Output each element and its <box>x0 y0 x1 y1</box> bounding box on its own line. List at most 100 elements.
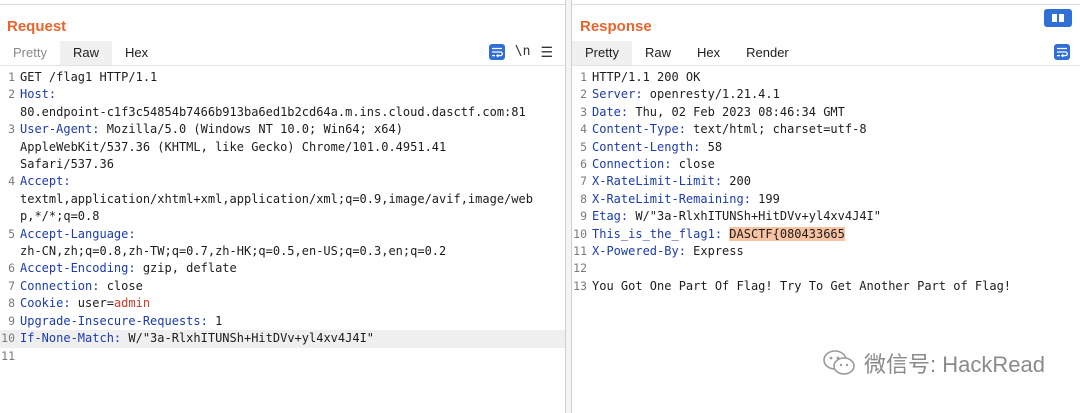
tab-pretty[interactable]: Pretty <box>572 41 632 65</box>
code-line: 5 Content-Length: 58 <box>572 139 1080 156</box>
header-name: X-RateLimit-Remaining: <box>592 191 751 206</box>
header-name: Date: <box>592 104 629 119</box>
code-line: 5 Accept-Language: <box>0 226 565 243</box>
watermark-text: 微信号: HackRead <box>864 352 1045 377</box>
line-number: 10 <box>1 331 15 346</box>
code-line: 7 X-RateLimit-Limit: 200 <box>572 173 1080 190</box>
line-number: 1 <box>8 70 15 84</box>
header-value: Mozilla/5.0 (Windows NT 10.0; Win64; x64… <box>99 122 403 137</box>
header-value: close <box>671 157 715 172</box>
code-line: 4 Accept: <box>0 173 565 190</box>
code-line: 6 Accept-Encoding: gzip, deflate <box>0 260 565 277</box>
header-name: User-Agent: <box>20 122 100 137</box>
header-name: Accept: <box>20 174 71 189</box>
header-name: Cookie: <box>20 296 71 311</box>
code-line: 1 HTTP/1.1 200 OK <box>572 69 1080 86</box>
line-text: X-Powered-By: Express <box>592 243 1080 260</box>
header-name: Upgrade-Insecure-Requests: <box>20 313 208 328</box>
header-name: Connection: <box>592 157 672 172</box>
wechat-icon <box>822 349 856 377</box>
line-text: Etag: W/"3a-RlxhITUNSh+HitDVv+yl4xv4J4I" <box>592 208 1080 225</box>
line-text: Date: Thu, 02 Feb 2023 08:46:34 GMT <box>592 104 1080 121</box>
line-number: 12 <box>573 261 587 276</box>
header-value: user <box>70 296 107 311</box>
word-wrap-icon[interactable] <box>488 44 505 60</box>
line-text: Content-Type: text/html; charset=utf-8 <box>592 121 1080 138</box>
header-value: close <box>99 278 143 293</box>
tab-pretty[interactable]: Pretty <box>0 41 60 65</box>
header-value: 58 <box>700 139 723 154</box>
code-line: Safari/537.36 <box>0 156 565 173</box>
tab-raw[interactable]: Raw <box>59 41 112 65</box>
code-line: 3 User-Agent: Mozilla/5.0 (Windows NT 10.… <box>0 121 565 138</box>
request-editor[interactable]: 1 GET /flag1 HTTP/1.1 2 Host: 80.endpoint-c1… <box>0 69 565 413</box>
line-text: X-RateLimit-Limit: 200 <box>592 173 1080 190</box>
request-pane: Request Pretty Raw Hex \n ☰ 1 GET /flag1 … <box>0 0 566 413</box>
code-line: p,*/*;q=0.8 <box>0 208 565 225</box>
code-line: 2 Host: <box>0 86 565 103</box>
watermark: 微信号: HackRead <box>822 347 1045 379</box>
code-line: 11 <box>0 348 565 365</box>
response-tabs: Pretty Raw Hex Render <box>572 41 802 65</box>
line-number: 11 <box>573 244 587 259</box>
code-line: 80.endpoint-c1f3c54854b7466b913ba6ed1b2c… <box>0 104 565 121</box>
menu-icon[interactable]: ☰ <box>540 44 553 60</box>
code-line: AppleWebKit/537.36 (KHTML, like Gecko) C… <box>0 139 565 156</box>
tab-raw[interactable]: Raw <box>632 41 684 65</box>
request-title: Request <box>7 18 67 35</box>
line-number: 1 <box>580 70 587 84</box>
response-toolbar <box>1054 44 1070 60</box>
header-value: Thu, 02 Feb 2023 08:46:34 GMT <box>628 104 845 119</box>
line-number: 4 <box>8 174 15 189</box>
line-number: 11 <box>1 348 15 363</box>
code-line: 6 Connection: close <box>572 156 1080 173</box>
header-value: openresty/1.21.4.1 <box>642 87 780 102</box>
header-value: p,*/*;q=0.8 <box>20 209 100 224</box>
header-value: 199 <box>750 191 780 206</box>
line-number: 13 <box>573 278 587 293</box>
line-number: 6 <box>8 261 15 276</box>
code-line: 11 X-Powered-By: Express <box>572 243 1080 260</box>
line-text: GET /flag1 HTTP/1.1 <box>20 69 565 86</box>
request-toolbar: \n ☰ <box>488 44 553 60</box>
header-value: HTTP/1.1 200 OK <box>592 70 701 84</box>
newline-toggle-icon[interactable]: \n <box>515 44 531 60</box>
line-number: 2 <box>8 87 15 102</box>
line-text: Connection: close <box>20 278 565 295</box>
tab-underline <box>0 65 565 66</box>
header-name: Connection: <box>20 278 100 293</box>
header-name: Content-Length: <box>592 139 701 154</box>
code-line: 8 Cookie: user=admin <box>0 295 565 312</box>
request-tabs: Pretty Raw Hex <box>0 41 161 65</box>
header-value: zh-CN,zh;q=0.8,zh-TW;q=0.7,zh-HK;q=0.5,e… <box>20 244 447 259</box>
layout-toggle-icon[interactable] <box>1044 9 1072 27</box>
line-text: 80.endpoint-c1f3c54854b7466b913ba6ed1b2c… <box>20 104 565 121</box>
code-line: 10 This_is_the_flag1: DASCTF{080433665 <box>572 226 1080 243</box>
line-text: AppleWebKit/537.36 (KHTML, like Gecko) C… <box>20 139 565 156</box>
tab-underline <box>572 65 1080 66</box>
response-pane: Response Pretty Raw Hex Render 1 HTTP/1.1… <box>571 0 1080 413</box>
header-value: 1 <box>207 313 223 328</box>
code-line: 13 You Got One Part Of Flag! Try To Get A… <box>572 278 1080 295</box>
line-number <box>0 156 20 173</box>
header-name: X-RateLimit-Limit: <box>592 174 723 189</box>
line-text <box>592 260 1080 277</box>
header-value: AppleWebKit/537.36 (KHTML, like Gecko) C… <box>20 139 447 154</box>
tab-render[interactable]: Render <box>733 41 802 65</box>
code-line: textml,application/xhtml+xml,application… <box>0 191 565 208</box>
line-text: p,*/*;q=0.8 <box>20 208 565 225</box>
line-number: 9 <box>580 209 587 224</box>
code-line: 7 Connection: close <box>0 278 565 295</box>
line-text: You Got One Part Of Flag! Try To Get Ano… <box>592 278 1080 295</box>
flag-highlight: DASCTF{080433665 <box>729 226 845 241</box>
header-value: W/"3a-RlxhITUNSh+HitDVv+yl4xv4J4I" <box>121 331 375 346</box>
code-line: zh-CN,zh;q=0.8,zh-TW;q=0.7,zh-HK;q=0.5,e… <box>0 243 565 260</box>
word-wrap-icon[interactable] <box>1054 44 1070 60</box>
line-number: 8 <box>8 296 15 311</box>
tab-hex[interactable]: Hex <box>684 41 733 65</box>
header-value: 200 <box>722 174 751 189</box>
header-value: W/"3a-RlxhITUNSh+HitDVv+yl4xv4J4I" <box>628 209 881 224</box>
header-value: text/html; charset=utf-8 <box>685 122 867 137</box>
tab-hex[interactable]: Hex <box>112 41 161 65</box>
line-text: zh-CN,zh;q=0.8,zh-TW;q=0.7,zh-HK;q=0.5,e… <box>20 243 565 260</box>
